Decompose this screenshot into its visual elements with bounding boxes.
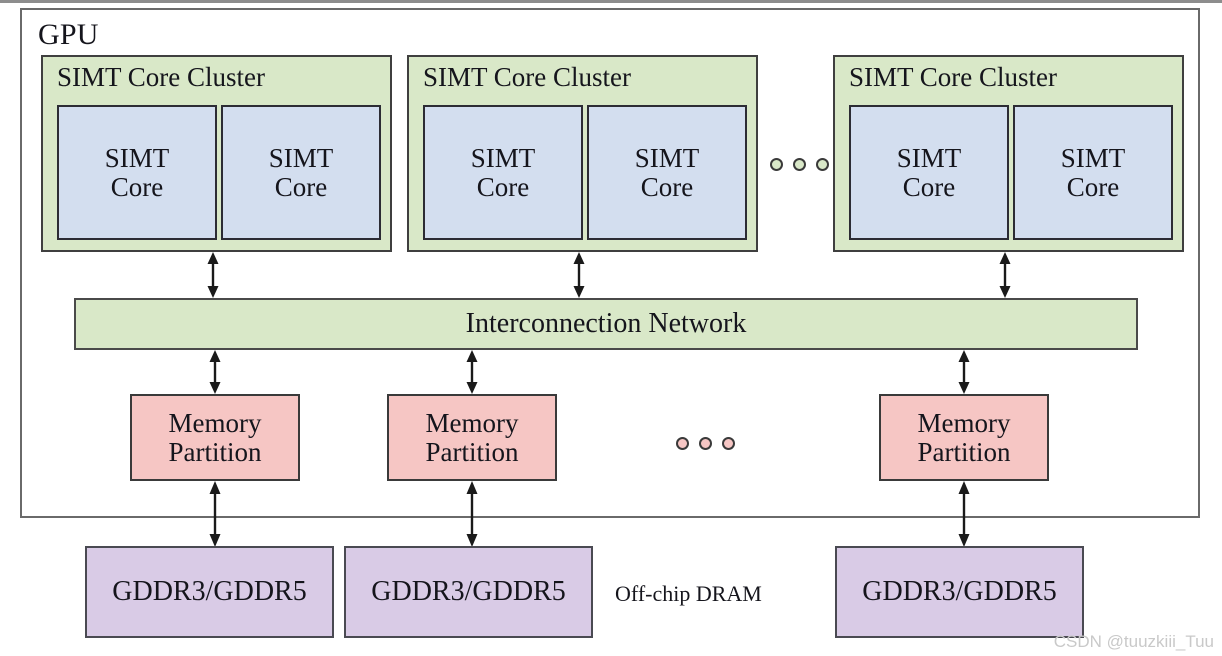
arrow-mempart2-to-dram2 xyxy=(461,481,483,547)
simt-core-3-2-line2: Core xyxy=(1066,171,1120,202)
memory-row-ellipsis xyxy=(676,437,735,450)
simt-core-2-2-line2: Core xyxy=(640,171,694,202)
simt-core-1-1-line2: Core xyxy=(110,171,164,202)
dram-module-2-label: GDDR3/GDDR5 xyxy=(371,576,566,608)
memory-partition-1: Memory Partition xyxy=(130,394,300,481)
simt-core-1-2-line1: SIMT xyxy=(268,142,334,173)
dram-module-3-label: GDDR3/GDDR5 xyxy=(862,576,1057,608)
dram-module-1-label: GDDR3/GDDR5 xyxy=(112,576,307,608)
gpu-architecture-diagram: GPU SIMT Core Cluster SIMT Core SIMT Cor… xyxy=(0,0,1222,656)
memory-partition-2-line1: Memory xyxy=(425,407,519,438)
ellipsis-dot-icon xyxy=(816,158,829,171)
simt-core-3-1: SIMT Core xyxy=(849,105,1009,240)
arrow-cluster2-to-interconnect xyxy=(568,252,590,298)
gpu-label: GPU xyxy=(38,18,99,51)
cluster-row-ellipsis xyxy=(770,158,829,171)
cluster-2-title: SIMT Core Cluster xyxy=(423,62,631,92)
arrow-interconnect-to-mempart1 xyxy=(204,350,226,394)
simt-core-3-2-line1: SIMT xyxy=(1060,142,1126,173)
cluster-3-title: SIMT Core Cluster xyxy=(849,62,1057,92)
ellipsis-dot-icon xyxy=(676,437,689,450)
simt-core-2-1: SIMT Core xyxy=(423,105,583,240)
clipped-top-rule xyxy=(0,0,1222,3)
interconnection-network-box: Interconnection Network xyxy=(74,298,1138,350)
simt-core-cluster-2: SIMT Core Cluster SIMT Core SIMT Core xyxy=(407,55,758,252)
memory-partition-3-line1: Memory xyxy=(917,407,1011,438)
simt-core-1-1-line1: SIMT xyxy=(104,142,170,173)
simt-core-2-2-line1: SIMT xyxy=(634,142,700,173)
off-chip-dram-label: Off-chip DRAM xyxy=(615,581,762,606)
dram-module-1: GDDR3/GDDR5 xyxy=(85,546,334,638)
dram-module-3: GDDR3/GDDR5 xyxy=(835,546,1084,638)
memory-partition-2-line2: Partition xyxy=(425,436,519,467)
simt-core-3-1-line1: SIMT xyxy=(896,142,962,173)
simt-core-3-2: SIMT Core xyxy=(1013,105,1173,240)
arrow-mempart3-to-dram3 xyxy=(953,481,975,547)
arrow-interconnect-to-mempart3 xyxy=(953,350,975,394)
dram-module-2: GDDR3/GDDR5 xyxy=(344,546,593,638)
simt-core-2-1-line1: SIMT xyxy=(470,142,536,173)
arrow-cluster3-to-interconnect xyxy=(994,252,1016,298)
ellipsis-dot-icon xyxy=(770,158,783,171)
arrow-mempart1-to-dram1 xyxy=(204,481,226,547)
arrow-cluster1-to-interconnect xyxy=(202,252,224,298)
simt-core-1-2: SIMT Core xyxy=(221,105,381,240)
memory-partition-2: Memory Partition xyxy=(387,394,557,481)
ellipsis-dot-icon xyxy=(722,437,735,450)
memory-partition-3: Memory Partition xyxy=(879,394,1049,481)
arrow-interconnect-to-mempart2 xyxy=(461,350,483,394)
memory-partition-1-line2: Partition xyxy=(168,436,262,467)
ellipsis-dot-icon xyxy=(699,437,712,450)
simt-core-2-2: SIMT Core xyxy=(587,105,747,240)
memory-partition-1-line1: Memory xyxy=(168,407,262,438)
simt-core-2-1-line2: Core xyxy=(476,171,530,202)
simt-core-1-2-line2: Core xyxy=(274,171,328,202)
cluster-1-title: SIMT Core Cluster xyxy=(57,62,265,92)
interconnection-network-label: Interconnection Network xyxy=(465,308,747,340)
memory-partition-3-line2: Partition xyxy=(917,436,1011,467)
simt-core-1-1: SIMT Core xyxy=(57,105,217,240)
simt-core-cluster-1: SIMT Core Cluster SIMT Core SIMT Core xyxy=(41,55,392,252)
watermark: CSDN @tuuzkiii_Tuu xyxy=(1053,632,1214,651)
ellipsis-dot-icon xyxy=(793,158,806,171)
simt-core-3-1-line2: Core xyxy=(902,171,956,202)
simt-core-cluster-3: SIMT Core Cluster SIMT Core SIMT Core xyxy=(833,55,1184,252)
